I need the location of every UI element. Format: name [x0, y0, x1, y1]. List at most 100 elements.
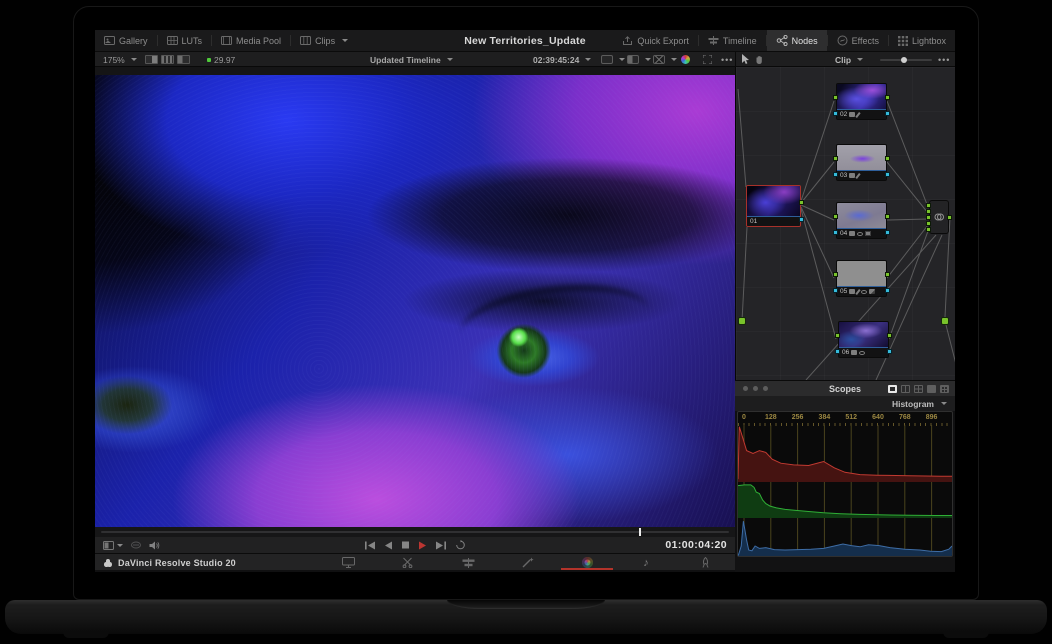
wipe-tool[interactable] [627, 52, 651, 67]
media-pool-button[interactable]: Media Pool [212, 30, 290, 51]
key-output-connector[interactable] [885, 288, 890, 293]
layout-single-icon[interactable] [888, 385, 897, 393]
chevron-down-icon [342, 39, 348, 42]
camera-tool[interactable] [601, 52, 625, 67]
histogram-axis-labels: 0128256384512640768896 [738, 412, 952, 423]
divider [735, 52, 736, 67]
viewer-options-menu[interactable]: ••• [721, 52, 733, 67]
timeline-button[interactable]: Timeline [699, 30, 766, 51]
luts-button[interactable]: LUTs [158, 30, 212, 51]
source-timecode[interactable]: 02:39:45:24 [533, 52, 591, 67]
mixer-input-connector[interactable] [926, 209, 931, 214]
nodes-button[interactable]: Nodes [767, 30, 827, 51]
app-name: DaVinci Resolve Studio 20 [118, 558, 236, 568]
node-06-thumbnail [839, 322, 888, 347]
key-output-connector[interactable] [885, 172, 890, 177]
page-tab-media[interactable] [340, 556, 356, 569]
quick-export-button[interactable]: Quick Export [613, 30, 698, 51]
viewer-layout-select[interactable] [103, 541, 123, 550]
rgb-output-connector[interactable] [885, 214, 890, 219]
slider-knob[interactable] [901, 57, 907, 63]
node-graph-source-dot[interactable] [738, 317, 746, 325]
key-output-connector[interactable] [799, 217, 804, 222]
scrubber-track[interactable] [101, 531, 729, 533]
go-to-start-button[interactable] [365, 541, 376, 550]
layout-solo-icon[interactable] [927, 385, 936, 393]
rgb-output-connector[interactable] [887, 333, 892, 338]
page-tab-cut[interactable] [399, 556, 415, 569]
split-screen-grid-icon[interactable] [161, 55, 174, 64]
node-panel-options-menu[interactable]: ••• [938, 52, 950, 67]
rgb-input-connector[interactable] [833, 214, 838, 219]
key-output-connector[interactable] [887, 349, 892, 354]
rgb-output-connector[interactable] [885, 95, 890, 100]
key-input-connector[interactable] [833, 230, 838, 235]
key-output-connector[interactable] [885, 111, 890, 116]
rgb-input-connector[interactable] [833, 156, 838, 161]
mixer-input-connector[interactable] [926, 227, 931, 232]
key-input-connector[interactable] [833, 111, 838, 116]
transport-left-tools [103, 537, 160, 553]
single-viewer-icon[interactable] [145, 55, 158, 64]
key-input-connector[interactable] [833, 172, 838, 177]
bypass-tool[interactable] [653, 52, 677, 67]
rgb-output-connector[interactable] [885, 272, 890, 277]
grade-bypass[interactable] [681, 52, 690, 67]
rgb-input-connector[interactable] [833, 272, 838, 277]
scope-mode-select[interactable]: Histogram [735, 396, 955, 411]
gallery-button[interactable]: Gallery [95, 30, 157, 51]
rgb-input-connector[interactable] [833, 95, 838, 100]
rgb-input-connector[interactable] [835, 333, 840, 338]
mixer-input-connector[interactable] [926, 203, 931, 208]
node-graph-mode-select[interactable]: Clip [835, 52, 863, 67]
key-input-connector[interactable] [835, 349, 840, 354]
node-03[interactable]: 03 [836, 144, 887, 181]
panel-filler [735, 557, 955, 572]
node-graph-output-dot[interactable] [941, 317, 949, 325]
page-tab-edit[interactable] [460, 556, 476, 569]
node-06-label: 06 [839, 347, 888, 357]
layout-four-up-icon[interactable] [914, 385, 923, 393]
node-04[interactable]: 04 [836, 202, 887, 239]
mixer-input-connector[interactable] [926, 215, 931, 220]
viewer-zoom-value: 175% [103, 55, 125, 65]
audio-speaker-icon[interactable] [149, 541, 160, 550]
play-reverse-button[interactable] [385, 541, 393, 550]
page-tab-fusion[interactable] [520, 556, 536, 569]
timeline-selector[interactable]: Updated Timeline [370, 52, 453, 67]
gpu-status-icon [207, 58, 211, 62]
stop-button[interactable] [402, 541, 410, 549]
enhanced-viewer-icon[interactable] [177, 55, 190, 64]
expand-viewer[interactable] [703, 52, 712, 67]
rgb-output-connector[interactable] [885, 156, 890, 161]
playhead[interactable] [639, 528, 641, 536]
pointer-tool[interactable] [741, 52, 750, 67]
lightbox-button[interactable]: Lightbox [889, 30, 955, 51]
unmix-icon[interactable] [131, 541, 141, 549]
play-forward-button[interactable] [419, 541, 427, 550]
clips-button[interactable]: Clips [291, 30, 357, 51]
page-tab-fairlight[interactable]: ♪ [638, 556, 654, 569]
layer-mixer-node[interactable] [929, 200, 949, 234]
effects-button[interactable]: Effects [828, 30, 888, 51]
node-zoom-slider[interactable] [880, 52, 932, 67]
key-input-connector[interactable] [833, 288, 838, 293]
layout-grid-icon[interactable] [940, 385, 949, 393]
layout-two-up-icon[interactable] [901, 385, 910, 393]
page-tab-deliver[interactable] [697, 556, 713, 569]
loop-playback-button[interactable] [456, 540, 466, 550]
edit-page-icon [462, 558, 475, 568]
rgb-output-connector[interactable] [799, 200, 804, 205]
go-to-end-button[interactable] [436, 541, 447, 550]
node-05[interactable]: 05 [836, 260, 887, 297]
mixer-output-connector[interactable] [947, 215, 952, 220]
node-02[interactable]: 02 [836, 83, 887, 120]
viewer-zoom-select[interactable]: 175% [103, 52, 137, 67]
matte-badge-icon [869, 289, 875, 294]
key-output-connector[interactable] [885, 230, 890, 235]
node-06[interactable]: 06 [838, 321, 889, 358]
mixer-input-connector[interactable] [926, 221, 931, 226]
pan-tool[interactable] [755, 52, 764, 67]
node-01[interactable]: 01 [746, 185, 801, 227]
slider-track[interactable] [880, 59, 932, 61]
